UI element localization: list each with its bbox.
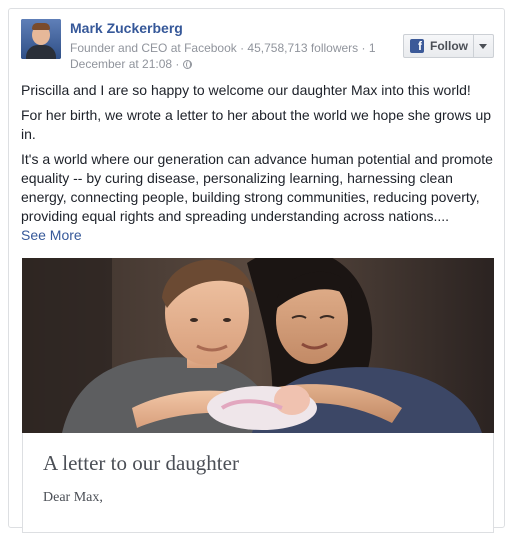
chevron-down-icon[interactable] <box>473 35 493 57</box>
post-meta: Founder and CEO at Facebook · 45,758,713… <box>70 40 390 72</box>
avatar-hair <box>32 23 50 30</box>
follow-main[interactable]: f Follow <box>404 35 473 57</box>
link-preview-title[interactable]: A letter to our daughter <box>43 451 239 476</box>
post-paragraph-1: Priscilla and I are so happy to welcome … <box>21 82 471 98</box>
family-photo-illustration <box>22 258 494 433</box>
post-paragraph-3-text: It's a world where our generation can ad… <box>21 151 493 224</box>
see-more-link[interactable]: See More <box>21 227 82 243</box>
post-paragraph-3: It's a world where our generation can ad… <box>21 150 499 245</box>
post-header: Mark Zuckerberg Founder and CEO at Faceb… <box>21 19 494 79</box>
post-paragraph-2: For her birth, we wrote a letter to her … <box>21 107 492 142</box>
facebook-f-icon: f <box>410 39 424 53</box>
follow-label: Follow <box>430 39 468 53</box>
post-text: Priscilla and I are so happy to welcome … <box>21 81 499 245</box>
link-preview[interactable]: A letter to our daughter Dear Max, <box>22 433 494 533</box>
globe-icon[interactable] <box>182 60 192 69</box>
avatar-shirt <box>26 45 56 59</box>
post-card: Mark Zuckerberg Founder and CEO at Faceb… <box>8 8 505 533</box>
avatar[interactable] <box>21 19 61 59</box>
author-name[interactable]: Mark Zuckerberg <box>70 20 183 36</box>
link-preview-excerpt: Dear Max, <box>43 490 103 505</box>
follow-button[interactable]: f Follow <box>403 34 494 58</box>
post-photo[interactable] <box>22 258 494 433</box>
post-meta-text: Founder and CEO at Facebook · 45,758,713… <box>70 41 376 71</box>
